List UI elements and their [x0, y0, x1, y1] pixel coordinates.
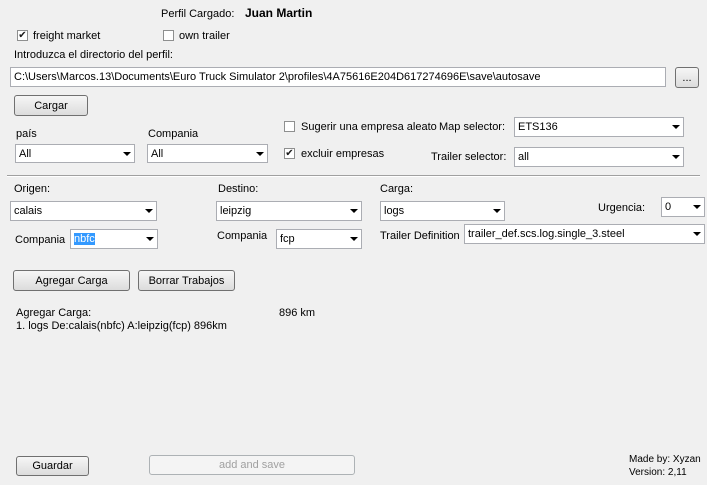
map-selector-select[interactable]: ETS136	[514, 117, 684, 137]
country-select[interactable]: All	[15, 144, 135, 163]
origin-city-select[interactable]: calais	[10, 201, 157, 221]
origin-city-value: calais	[14, 205, 43, 217]
destination-city-select[interactable]: leipzig	[216, 201, 362, 221]
job-list-title: Agregar Carga:	[16, 307, 92, 319]
trailer-selector-label: Trailer selector:	[431, 151, 507, 163]
trailer-selector-value: all	[518, 151, 530, 163]
add-cargo-button[interactable]: Agregar Carga	[13, 270, 130, 291]
country-select-value: All	[19, 147, 32, 160]
origin-company-value: nbfc	[71, 232, 143, 246]
exclude-companies-checkbox[interactable]: ✔	[284, 148, 295, 159]
profile-name: Juan Martin	[245, 6, 313, 20]
map-selector-label: Map selector:	[439, 121, 506, 133]
divider	[7, 175, 700, 177]
destination-company-label: Compania	[217, 230, 268, 242]
browse-button[interactable]: ...	[675, 67, 699, 88]
trailer-definition-label: Trailer Definition	[380, 230, 460, 242]
company-filter-label: Compania	[148, 128, 199, 140]
chevron-down-icon	[120, 145, 134, 162]
destination-city-value: leipzig	[220, 205, 252, 217]
map-selector-value: ETS136	[518, 121, 558, 133]
company-filter-select[interactable]: All	[147, 144, 268, 163]
job-list-item: 1. logs De:calais(nbfc) A:leipzig(fcp) 8…	[16, 320, 227, 332]
save-button[interactable]: Guardar	[16, 456, 89, 476]
suggest-company-label: Sugerir una empresa aleatori	[301, 121, 437, 133]
origin-company-select[interactable]: nbfc	[70, 229, 158, 249]
chevron-down-icon	[347, 202, 361, 220]
urgency-value: 0	[665, 201, 672, 213]
destination-company-select[interactable]: fcp	[276, 229, 362, 249]
freight-market-label: freight market	[33, 30, 101, 42]
destination-label: Destino:	[218, 183, 259, 195]
own-trailer-label: own trailer	[179, 30, 230, 42]
directory-input[interactable]: C:\Users\Marcos.13\Documents\Euro Truck …	[10, 67, 666, 87]
company-filter-value: All	[151, 147, 164, 160]
destination-company-value: fcp	[280, 233, 295, 245]
chevron-down-icon	[490, 202, 504, 220]
suggest-company-checkbox[interactable]	[284, 121, 295, 132]
chevron-down-icon	[253, 145, 267, 162]
urgency-select[interactable]: 0	[661, 197, 705, 217]
own-trailer-checkbox[interactable]	[163, 30, 174, 41]
trailer-definition-value: trailer_def.scs.log.single_3.steel	[468, 228, 625, 240]
clear-jobs-button[interactable]: Borrar Trabajos	[138, 270, 235, 291]
cargo-select[interactable]: logs	[380, 201, 505, 221]
origin-label: Origen:	[14, 183, 51, 195]
chevron-down-icon	[142, 202, 156, 220]
version-text: Version: 2,11	[629, 467, 687, 478]
directory-label: Introduzca el directorio del perfil:	[14, 49, 173, 61]
country-label: país	[16, 128, 37, 140]
origin-company-label: Compania	[15, 234, 66, 246]
chevron-down-icon	[669, 118, 683, 136]
profile-label: Perfil Cargado:	[161, 8, 235, 20]
load-button[interactable]: Cargar	[14, 95, 88, 116]
cargo-label: Carga:	[380, 183, 414, 195]
checkmark-icon: ✔	[18, 29, 27, 41]
chevron-down-icon	[347, 230, 361, 248]
origin-company-text: nbfc	[74, 233, 95, 245]
chevron-down-icon	[143, 230, 157, 248]
chevron-down-icon	[690, 225, 704, 243]
freight-market-checkbox[interactable]: ✔	[17, 30, 28, 41]
add-and-save-button[interactable]: add and save	[149, 455, 355, 475]
cargo-value: logs	[384, 205, 405, 217]
urgency-label: Urgencia:	[598, 202, 646, 214]
made-by-text: Made by: Xyzan	[629, 454, 701, 465]
chevron-down-icon	[669, 148, 683, 166]
checkmark-icon: ✔	[285, 147, 294, 159]
chevron-down-icon	[690, 198, 704, 216]
job-distance: 896 km	[279, 307, 316, 319]
trailer-definition-select[interactable]: trailer_def.scs.log.single_3.steel	[464, 224, 705, 244]
trailer-selector-select[interactable]: all	[514, 147, 684, 167]
exclude-companies-label: excluir empresas	[301, 148, 385, 160]
